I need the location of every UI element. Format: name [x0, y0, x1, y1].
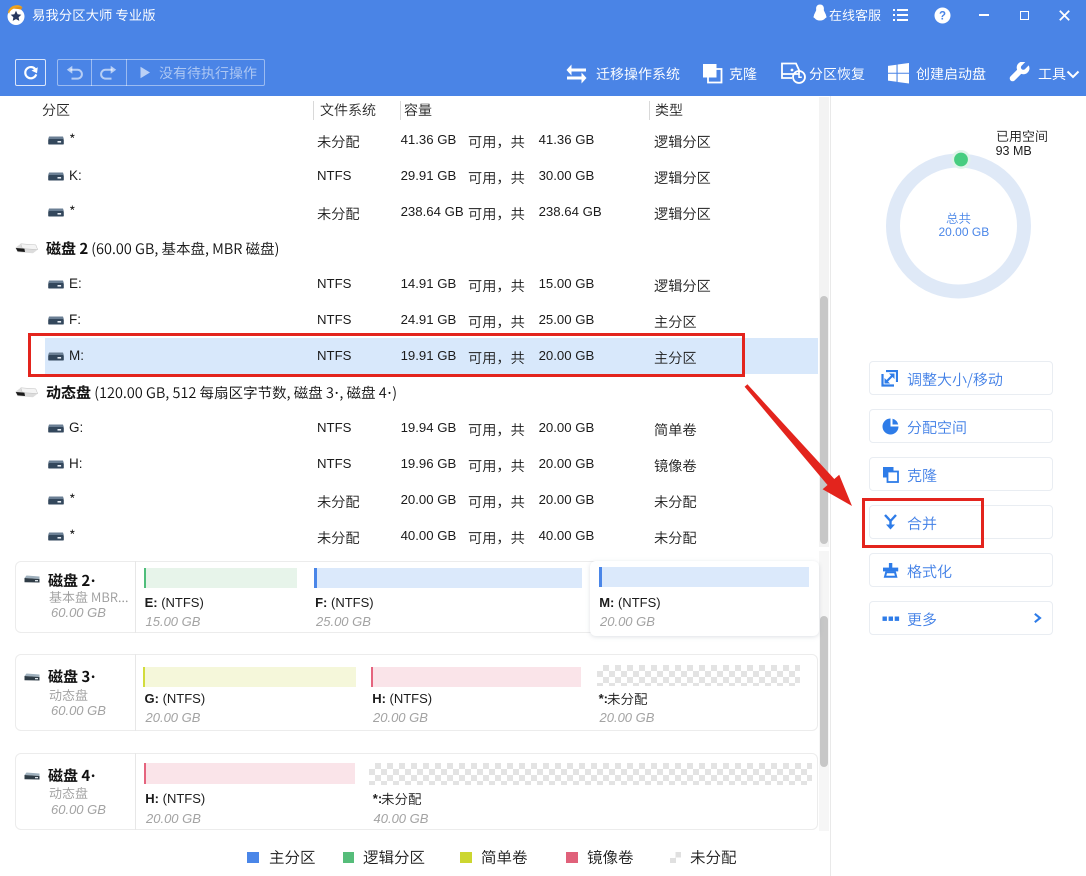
svg-text:?: ? — [939, 10, 946, 22]
